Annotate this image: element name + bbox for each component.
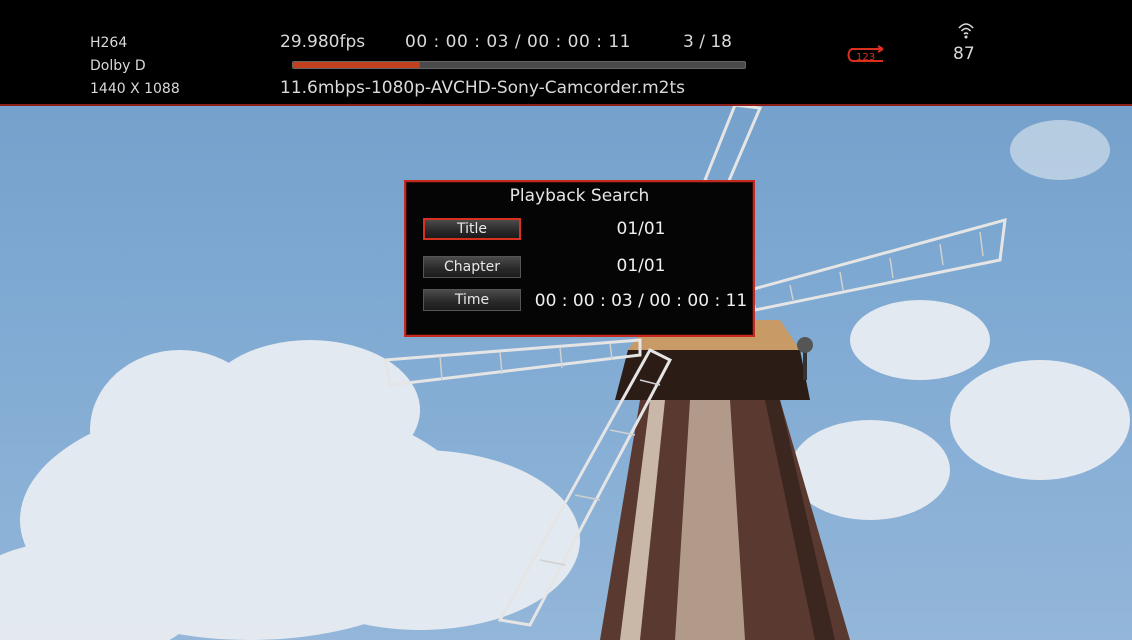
file-name: 11.6mbps-1080p-AVCHD-Sony-Camcorder.m2ts (280, 78, 685, 98)
elapsed-total-time: 00 : 00 : 03 / 00 : 00 : 11 (405, 32, 631, 52)
time-button[interactable]: Time (423, 289, 521, 311)
repeat-123-icon: 123 (847, 45, 884, 63)
video-resolution: 1440 X 1088 (90, 81, 180, 97)
repeat-icon-text: 123 (856, 52, 875, 63)
frame-rate: 29.980fps (280, 32, 366, 52)
video-codec: H264 (90, 35, 128, 51)
dialog-title: Playback Search (509, 186, 650, 206)
title-button[interactable]: Title (423, 218, 521, 240)
time-value: 00 : 00 : 03 / 00 : 00 : 11 (534, 291, 748, 311)
media-info: H264 Dolby D 1440 X 1088 (90, 32, 180, 101)
playback-info-bar: H264 Dolby D 1440 X 1088 29.980fps 00 : … (0, 0, 1132, 106)
progress-fill (293, 62, 420, 68)
title-value: 01/01 (616, 219, 666, 239)
playback-progress-bar[interactable] (292, 61, 746, 69)
chapter-button[interactable]: Chapter (423, 256, 521, 278)
wifi-icon (958, 23, 974, 39)
file-index: 3 / 18 (683, 32, 732, 52)
chapter-value: 01/01 (616, 256, 666, 276)
signal-strength: 87 (953, 44, 975, 64)
audio-format: Dolby D (90, 58, 146, 74)
playback-search-dialog: Playback Search Title 01/01 Chapter 01/0… (404, 180, 755, 337)
